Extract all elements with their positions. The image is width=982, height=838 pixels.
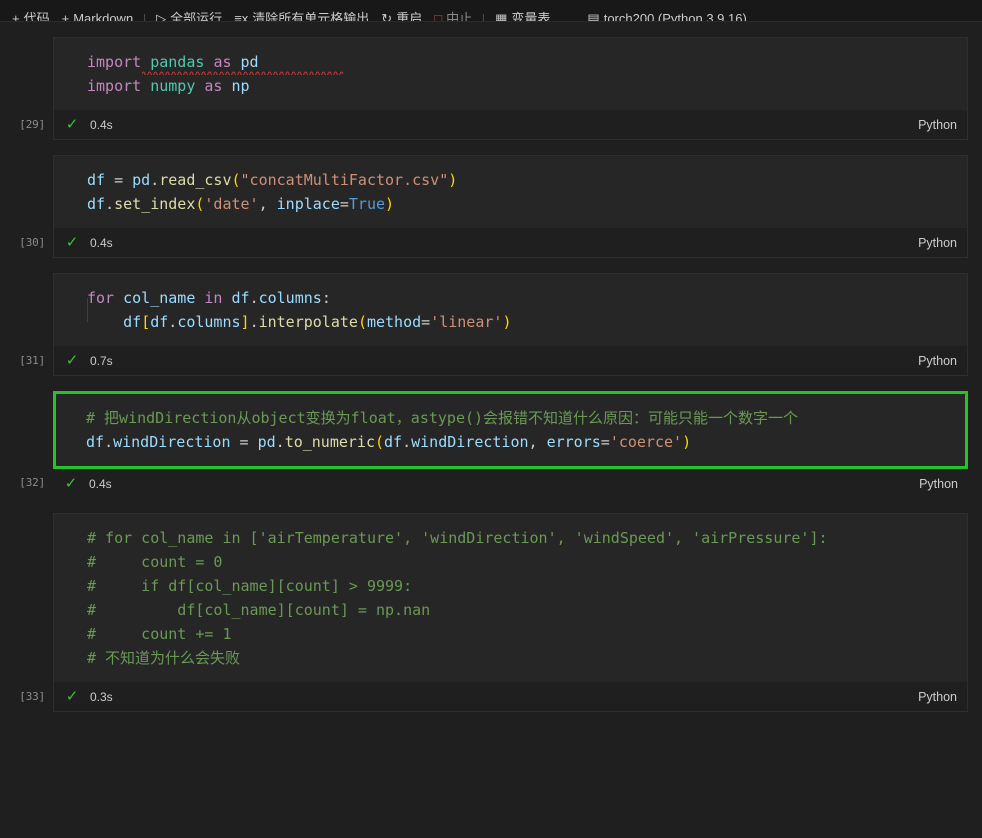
add-code-cell-label: 代码 bbox=[24, 12, 50, 23]
stop-square-icon: □ bbox=[434, 12, 442, 23]
cell-status-bar: ✓ 0.4s Python bbox=[54, 110, 967, 139]
run-all-label: 全部运行 bbox=[170, 12, 222, 23]
add-code-cell-button[interactable]: + 代码 bbox=[6, 8, 56, 22]
success-check-icon: ✓ bbox=[64, 353, 80, 368]
cell-gutter: [32] bbox=[0, 391, 53, 498]
cell-status-bar: ✓ 0.3s Python bbox=[54, 682, 967, 711]
indent-guide bbox=[87, 298, 88, 322]
cell-language-label[interactable]: Python bbox=[918, 118, 957, 132]
kernel-select-button[interactable]: ▤ torch200 (Python 3.9.16) bbox=[581, 8, 752, 22]
execution-count: [32] bbox=[19, 476, 45, 489]
success-check-icon: ✓ bbox=[64, 117, 80, 132]
code-line: df.windDirection = pd.to_numeric(df.wind… bbox=[56, 430, 965, 454]
cell-status-bar: ✓ 0.4s Python bbox=[54, 228, 967, 257]
cell-body[interactable]: # 把windDirection从object变换为float，astype()… bbox=[53, 391, 968, 498]
code-line: # 把windDirection从object变换为float，astype()… bbox=[56, 406, 965, 430]
code-line: # if df[col_name][count] > 9999: bbox=[54, 574, 967, 598]
cell-runtime: 0.4s bbox=[90, 118, 113, 132]
clear-outputs-icon: ≡x bbox=[234, 12, 248, 23]
code-line: # df[col_name][count] = np.nan bbox=[54, 598, 967, 622]
cell-body[interactable]: # for col_name in ['airTemperature', 'wi… bbox=[53, 513, 968, 712]
notebook-cell[interactable]: [33] # for col_name in ['airTemperature'… bbox=[0, 498, 982, 712]
variables-view-label: 变量表 bbox=[511, 12, 550, 23]
toolbar-divider bbox=[483, 14, 484, 22]
plus-icon: + bbox=[12, 12, 20, 23]
notebook-cell[interactable]: [29] import pandas as pd import numpy as… bbox=[0, 22, 982, 140]
code-editor[interactable]: for col_name in df.columns: df[df.column… bbox=[54, 274, 967, 346]
code-line: df.set_index('date', inplace=True) bbox=[54, 192, 967, 216]
notebook-cell[interactable]: [30] df = pd.read_csv("concatMultiFactor… bbox=[0, 140, 982, 258]
notebook-cell-selected[interactable]: [32] # 把windDirection从object变换为float，ast… bbox=[0, 376, 982, 498]
code-editor[interactable]: # 把windDirection从object变换为float，astype()… bbox=[53, 391, 968, 469]
toolbar-divider bbox=[144, 14, 145, 22]
cell-language-label[interactable]: Python bbox=[918, 690, 957, 704]
interrupt-kernel-button[interactable]: □ 中止 bbox=[428, 8, 478, 22]
code-line: # count = 0 bbox=[54, 550, 967, 574]
code-editor[interactable]: df = pd.read_csv("concatMultiFactor.csv"… bbox=[54, 156, 967, 228]
cell-language-label[interactable]: Python bbox=[918, 236, 957, 250]
code-line: # for col_name in ['airTemperature', 'wi… bbox=[54, 526, 967, 550]
code-editor[interactable]: import pandas as pd import numpy as np bbox=[54, 38, 967, 110]
restart-kernel-button[interactable]: ↻ 重启 bbox=[375, 8, 428, 22]
variables-table-icon: ▦ bbox=[495, 12, 507, 23]
code-line: df[df.columns].interpolate(method='linea… bbox=[54, 310, 967, 334]
cell-status-bar: ✓ 0.7s Python bbox=[54, 346, 967, 375]
code-line: df = pd.read_csv("concatMultiFactor.csv"… bbox=[54, 168, 967, 192]
cell-gutter: [29] bbox=[0, 37, 53, 140]
cell-gutter: [30] bbox=[0, 155, 53, 258]
code-line: for col_name in df.columns: bbox=[54, 286, 967, 310]
cell-runtime: 0.4s bbox=[89, 477, 112, 491]
run-all-button[interactable]: ▷ 全部运行 bbox=[150, 8, 228, 22]
notebook-cell-list[interactable]: [29] import pandas as pd import numpy as… bbox=[0, 22, 982, 838]
cell-status-bar: ✓ 0.4s Python bbox=[53, 469, 968, 498]
restart-icon: ↻ bbox=[381, 12, 392, 23]
notebook-cell[interactable]: [31] for col_name in df.columns: df[df.c… bbox=[0, 258, 982, 376]
execution-count: [29] bbox=[19, 118, 45, 131]
code-line: # count += 1 bbox=[54, 622, 967, 646]
restart-kernel-label: 重启 bbox=[396, 12, 422, 23]
add-markdown-cell-label: Markdown bbox=[73, 12, 133, 23]
code-line: # 不知道为什么会失败 bbox=[54, 646, 967, 670]
success-check-icon: ✓ bbox=[63, 476, 79, 491]
plus-icon: + bbox=[62, 12, 70, 23]
execution-count: [33] bbox=[19, 690, 45, 703]
cell-body[interactable]: df = pd.read_csv("concatMultiFactor.csv"… bbox=[53, 155, 968, 258]
cell-language-label[interactable]: Python bbox=[918, 354, 957, 368]
code-editor[interactable]: # for col_name in ['airTemperature', 'wi… bbox=[54, 514, 967, 682]
code-line: import pandas as pd bbox=[54, 50, 967, 74]
cell-runtime: 0.3s bbox=[90, 690, 113, 704]
interrupt-kernel-label: 中止 bbox=[446, 12, 472, 23]
ellipsis-icon: … bbox=[562, 12, 575, 23]
execution-count: [31] bbox=[19, 354, 45, 367]
variables-view-button[interactable]: ▦ 变量表 bbox=[489, 8, 556, 22]
run-all-icon: ▷ bbox=[156, 12, 166, 23]
execution-count: [30] bbox=[19, 236, 45, 249]
code-line: import numpy as np bbox=[54, 74, 967, 98]
cell-language-label[interactable]: Python bbox=[919, 477, 958, 491]
success-check-icon: ✓ bbox=[64, 689, 80, 704]
cell-runtime: 0.4s bbox=[90, 236, 113, 250]
cell-body[interactable]: import pandas as pd import numpy as np ✓… bbox=[53, 37, 968, 140]
cell-gutter: [31] bbox=[0, 273, 53, 376]
kernel-select-label: torch200 (Python 3.9.16) bbox=[604, 12, 747, 23]
add-markdown-cell-button[interactable]: + Markdown bbox=[56, 8, 140, 22]
notebook-toolbar: + 代码 + Markdown ▷ 全部运行 ≡x 清除所有单元格输出 ↻ 重启… bbox=[0, 0, 982, 22]
cell-gutter: [33] bbox=[0, 513, 53, 712]
cell-runtime: 0.7s bbox=[90, 354, 113, 368]
clear-all-outputs-button[interactable]: ≡x 清除所有单元格输出 bbox=[228, 8, 375, 22]
more-actions-button[interactable]: … bbox=[556, 8, 581, 22]
cell-body[interactable]: for col_name in df.columns: df[df.column… bbox=[53, 273, 968, 376]
success-check-icon: ✓ bbox=[64, 235, 80, 250]
clear-all-outputs-label: 清除所有单元格输出 bbox=[252, 12, 369, 23]
kernel-icon: ▤ bbox=[587, 12, 599, 23]
